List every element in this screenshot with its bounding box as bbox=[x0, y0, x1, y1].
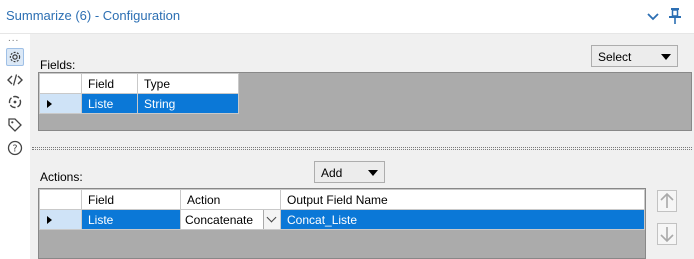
action-value: Concatenate bbox=[185, 213, 254, 227]
dropdown-arrow-icon bbox=[661, 54, 671, 60]
help-icon[interactable]: ? bbox=[6, 139, 24, 157]
add-dropdown[interactable]: Add bbox=[314, 161, 385, 183]
gear-icon[interactable] bbox=[6, 48, 24, 66]
action-select[interactable]: Concatenate bbox=[180, 209, 281, 230]
fields-grid: Field Type Liste String bbox=[38, 72, 692, 131]
row-indicator-icon bbox=[47, 216, 52, 224]
select-dropdown[interactable]: Select bbox=[591, 45, 678, 67]
title-bar: Summarize (6) - Configuration bbox=[0, 0, 694, 34]
row-header[interactable] bbox=[39, 209, 82, 230]
row-indicator-icon bbox=[47, 100, 52, 108]
actions-table: Field Action Output Field Name Liste Con… bbox=[39, 189, 645, 230]
section-splitter[interactable] bbox=[32, 147, 692, 150]
icon-rail: ... ? bbox=[0, 34, 30, 259]
corner-cell bbox=[39, 73, 82, 94]
dropdown-arrow-icon bbox=[368, 170, 378, 176]
move-down-button[interactable] bbox=[657, 223, 677, 245]
output-field-name-cell[interactable]: Concat_Liste bbox=[280, 209, 645, 230]
configuration-panel: Fields: Select Field Type Liste String A… bbox=[30, 34, 694, 259]
field-cell[interactable]: Liste bbox=[81, 93, 138, 114]
fields-table: Field Type Liste String bbox=[39, 73, 239, 114]
column-header-output-field-name[interactable]: Output Field Name bbox=[280, 189, 645, 210]
actions-label: Actions: bbox=[40, 170, 83, 184]
fields-label: Fields: bbox=[40, 58, 76, 72]
column-header-action[interactable]: Action bbox=[180, 189, 281, 210]
column-header-type[interactable]: Type bbox=[137, 73, 239, 94]
actions-grid: Field Action Output Field Name Liste Con… bbox=[38, 188, 646, 259]
column-header-field[interactable]: Field bbox=[81, 189, 181, 210]
tag-icon[interactable] bbox=[6, 116, 24, 134]
table-row[interactable]: Liste String bbox=[39, 93, 239, 114]
arrow-down-icon bbox=[660, 227, 674, 243]
window-title: Summarize (6) - Configuration bbox=[6, 8, 181, 23]
type-cell[interactable]: String bbox=[137, 93, 239, 114]
field-cell[interactable]: Liste bbox=[81, 209, 181, 230]
more-dots-icon: ... bbox=[8, 33, 20, 44]
table-row[interactable]: Liste Concatenate Concat_Liste bbox=[39, 209, 645, 230]
svg-text:?: ? bbox=[12, 144, 17, 155]
row-header[interactable] bbox=[39, 93, 82, 114]
collapse-chevron-icon[interactable] bbox=[645, 8, 661, 24]
column-header-field[interactable]: Field bbox=[81, 73, 138, 94]
chevron-down-icon[interactable] bbox=[263, 210, 280, 229]
corner-cell bbox=[39, 189, 82, 210]
arrow-up-icon bbox=[660, 192, 674, 208]
code-icon[interactable] bbox=[6, 71, 24, 89]
move-up-button[interactable] bbox=[657, 190, 677, 212]
refresh-icon[interactable] bbox=[6, 93, 24, 111]
pin-icon[interactable] bbox=[667, 7, 683, 25]
